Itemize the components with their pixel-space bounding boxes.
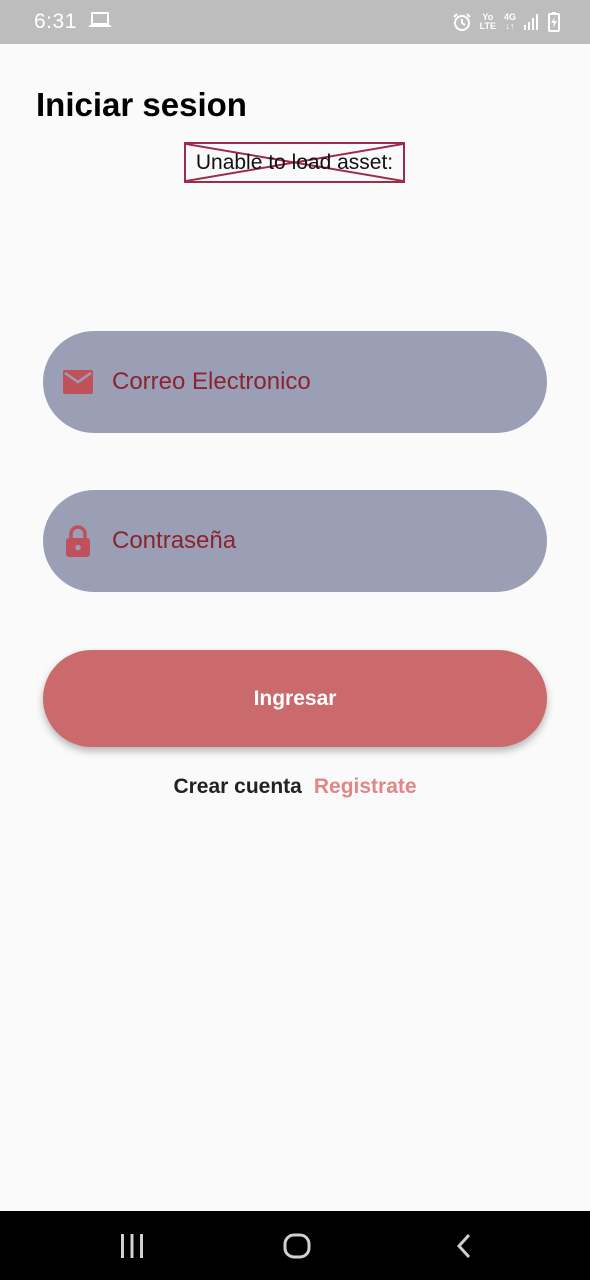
password-placeholder: Contraseña xyxy=(112,527,237,554)
navigation-bar xyxy=(0,1211,590,1280)
back-icon[interactable] xyxy=(450,1233,478,1259)
register-row: Crear cuenta Registrate xyxy=(0,775,590,799)
password-field[interactable]: Contraseña xyxy=(43,490,547,592)
recent-apps-icon[interactable] xyxy=(118,1233,146,1259)
asset-error-text: Unable to load asset: xyxy=(195,150,394,174)
page-title: Iniciar sesion xyxy=(36,86,247,123)
register-link[interactable]: Registrate xyxy=(314,775,417,799)
network-type: 4G ↓↑ xyxy=(503,12,516,31)
login-button[interactable]: Ingresar xyxy=(43,650,547,747)
battery-charging-icon xyxy=(548,12,560,32)
status-time: 6:31 xyxy=(34,10,77,33)
email-placeholder: Correo Electronico xyxy=(112,368,311,395)
home-icon[interactable] xyxy=(283,1233,311,1259)
create-account-text: Crear cuenta xyxy=(173,775,302,798)
volte-bottom-text: LTE xyxy=(479,21,496,31)
status-right: Yo LTE 4G ↓↑ xyxy=(452,12,560,32)
signal-icon xyxy=(524,14,540,30)
volte-icon: Yo LTE xyxy=(480,13,496,31)
lock-icon xyxy=(63,525,93,557)
status-left: 6:31 xyxy=(34,10,111,34)
laptop-icon xyxy=(88,11,111,33)
broken-image-placeholder: Unable to load asset: xyxy=(184,142,405,183)
status-bar: 6:31 Yo LTE 4G ↓↑ xyxy=(0,0,590,44)
alarm-icon xyxy=(452,12,472,32)
email-field[interactable]: Correo Electronico xyxy=(43,331,547,433)
mail-icon xyxy=(63,367,93,397)
